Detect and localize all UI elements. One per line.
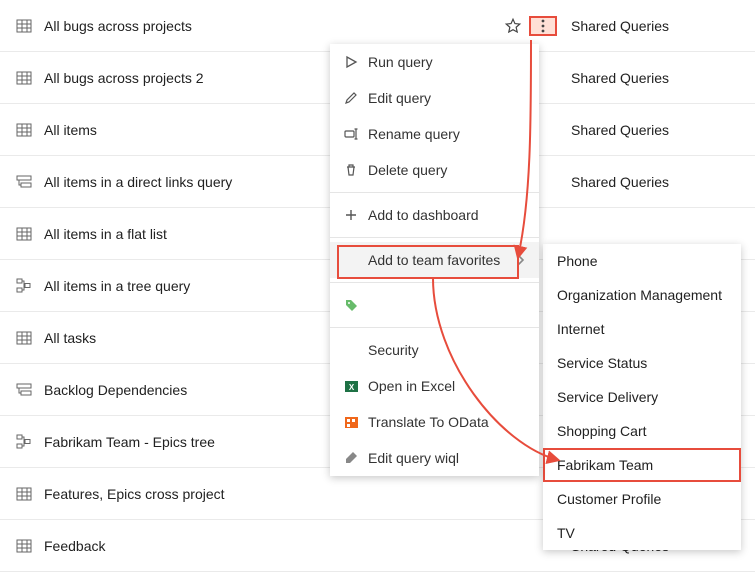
query-type-icon: [14, 226, 34, 242]
query-type-icon: [14, 70, 34, 86]
ctx-rename-query[interactable]: Rename query: [330, 116, 539, 152]
ctx-open-excel[interactable]: X Open in Excel: [330, 368, 539, 404]
ctx-label: Edit query wiql: [368, 450, 525, 466]
separator: [330, 237, 539, 238]
ctx-label: Run query: [368, 54, 525, 70]
ctx-run-query[interactable]: Run query: [330, 44, 539, 80]
ctx-add-dashboard[interactable]: Add to dashboard: [330, 197, 539, 233]
ctx-edit-wiql[interactable]: Edit query wiql: [330, 440, 539, 476]
query-name: Feedback: [34, 538, 555, 554]
team-name: Customer Profile: [557, 491, 661, 507]
ctx-label: Delete query: [368, 162, 525, 178]
team-name: Service Delivery: [557, 389, 658, 405]
query-type-icon: [14, 174, 34, 190]
ctx-label: Edit query: [368, 90, 525, 106]
rename-icon: [344, 128, 368, 140]
ctx-label: Security: [368, 342, 525, 358]
plus-icon: [344, 208, 368, 222]
team-favorite-option[interactable]: Internet: [543, 312, 741, 346]
query-type-icon: [14, 278, 34, 294]
query-type-icon: [14, 18, 34, 34]
query-type-icon: [14, 486, 34, 502]
ctx-security[interactable]: Security: [330, 332, 539, 368]
excel-icon: X: [344, 379, 368, 394]
team-favorite-option[interactable]: TV: [543, 516, 741, 550]
query-folder: Shared Queries: [555, 18, 741, 34]
separator: [330, 192, 539, 193]
team-name: Organization Management: [557, 287, 722, 303]
ctx-translate-odata[interactable]: Translate To OData: [330, 404, 539, 440]
svg-text:X: X: [349, 383, 355, 392]
query-type-icon: [14, 122, 34, 138]
query-folder: Shared Queries: [555, 70, 741, 86]
ctx-label: Translate To OData: [368, 414, 525, 430]
tag-icon: [344, 298, 368, 313]
team-name: Fabrikam Team: [557, 457, 653, 473]
team-name: Service Status: [557, 355, 647, 371]
wiql-icon: [344, 451, 368, 466]
context-menu: Run query Edit query Rename query Delete…: [330, 44, 539, 476]
query-type-icon: [14, 330, 34, 346]
ctx-add-team-favorites[interactable]: Add to team favorites: [330, 242, 539, 278]
ctx-edit-query[interactable]: Edit query: [330, 80, 539, 116]
query-name: Features, Epics cross project: [34, 486, 555, 502]
query-type-icon: [14, 382, 34, 398]
ctx-label: Add to dashboard: [368, 207, 525, 223]
team-name: Shopping Cart: [557, 423, 647, 439]
team-favorite-option[interactable]: Fabrikam Team: [543, 448, 741, 482]
more-actions-button[interactable]: [531, 18, 555, 34]
separator: [330, 327, 539, 328]
chevron-right-icon: [515, 254, 525, 266]
odata-icon: [344, 415, 368, 430]
team-favorite-option[interactable]: Customer Profile: [543, 482, 741, 516]
team-favorite-option[interactable]: Service Delivery: [543, 380, 741, 414]
team-favorite-option[interactable]: Organization Management: [543, 278, 741, 312]
ctx-label: Rename query: [368, 126, 525, 142]
team-favorite-option[interactable]: Shopping Cart: [543, 414, 741, 448]
favorite-star-icon[interactable]: [501, 17, 525, 35]
team-name: Internet: [557, 321, 604, 337]
ctx-label: Add to team favorites: [368, 252, 515, 268]
query-type-icon: [14, 434, 34, 450]
ctx-tag[interactable]: [330, 287, 539, 323]
team-favorite-option[interactable]: Phone: [543, 244, 741, 278]
ctx-label: Open in Excel: [368, 378, 525, 394]
query-name: All bugs across projects: [34, 18, 501, 34]
team-favorites-submenu: Phone Organization Management Internet Serv…: [543, 244, 741, 550]
ctx-delete-query[interactable]: Delete query: [330, 152, 539, 188]
team-favorite-option[interactable]: Service Status: [543, 346, 741, 380]
query-type-icon: [14, 538, 34, 554]
play-icon: [344, 55, 368, 69]
team-name: TV: [557, 525, 575, 541]
trash-icon: [344, 163, 368, 177]
team-name: Phone: [557, 253, 597, 269]
query-folder: Shared Queries: [555, 122, 741, 138]
query-folder: Shared Queries: [555, 174, 741, 190]
pencil-icon: [344, 91, 368, 105]
separator: [330, 282, 539, 283]
